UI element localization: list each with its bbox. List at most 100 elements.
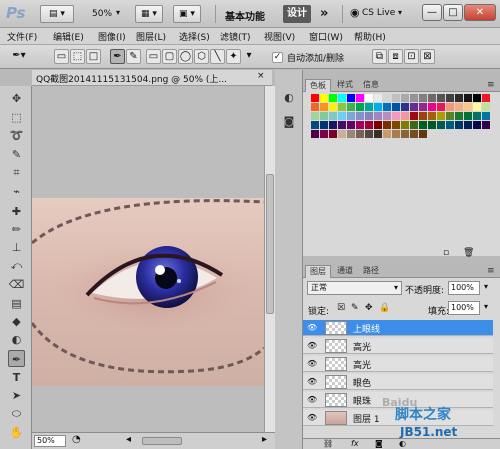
pen-tool-option-icon[interactable]: ✒	[110, 49, 125, 64]
color-swatch[interactable]	[419, 103, 427, 111]
fill-pixels-icon[interactable]: □	[86, 49, 101, 64]
menu-file[interactable]: 文件(F)	[7, 30, 37, 43]
add-mask-icon[interactable]: ◙	[375, 439, 383, 448]
color-swatch[interactable]	[365, 112, 373, 120]
color-swatch[interactable]	[320, 112, 328, 120]
color-swatch[interactable]	[392, 103, 400, 111]
color-swatch[interactable]	[482, 121, 490, 129]
color-swatch[interactable]	[338, 94, 346, 102]
eraser-tool-icon[interactable]: ⌫	[8, 276, 25, 293]
shape-layers-icon[interactable]: ▭	[54, 49, 69, 64]
color-swatch[interactable]	[401, 94, 409, 102]
vertical-scrollbar[interactable]	[264, 86, 275, 432]
document-tab[interactable]: QQ截图20141115131504.png @ 50% (上... ×	[32, 70, 272, 86]
paths-icon[interactable]: ⬚	[70, 49, 85, 64]
color-swatch[interactable]	[446, 121, 454, 129]
eye-icon[interactable]: 👁	[307, 395, 317, 404]
chevron-down-icon[interactable]: ▾	[484, 282, 488, 291]
hand-tool-icon[interactable]: ✋	[8, 424, 25, 441]
lock-transparent-icon[interactable]: ☒	[337, 303, 345, 313]
color-swatch[interactable]	[347, 112, 355, 120]
color-swatch[interactable]	[320, 94, 328, 102]
chevron-down-icon[interactable]: ▾	[484, 302, 488, 311]
path-selection-tool-icon[interactable]: ➤	[8, 387, 25, 404]
blend-mode-select[interactable]: 正常 ▾	[307, 281, 402, 295]
horizontal-scrollbar-thumb[interactable]	[142, 437, 182, 445]
fill-field[interactable]: 100%	[448, 301, 480, 315]
menu-view[interactable]: 视图(V)	[264, 30, 295, 43]
color-swatch[interactable]	[437, 112, 445, 120]
close-button[interactable]: ✕	[464, 4, 496, 21]
layer-row[interactable]: 👁 高光	[303, 356, 493, 372]
path-combine-icon[interactable]: ⧉	[372, 49, 387, 64]
menu-edit[interactable]: 编辑(E)	[53, 30, 84, 43]
color-swatch[interactable]	[347, 121, 355, 129]
lock-all-icon[interactable]: 🔒	[379, 303, 390, 313]
color-swatch[interactable]	[455, 103, 463, 111]
color-swatch[interactable]	[329, 121, 337, 129]
color-swatch[interactable]	[410, 94, 418, 102]
auto-add-delete-checkbox[interactable]: ✓	[272, 52, 283, 63]
color-swatch[interactable]	[347, 94, 355, 102]
path-intersect-icon[interactable]: ⊡	[404, 49, 419, 64]
minimize-button[interactable]: —	[422, 4, 442, 21]
color-swatch[interactable]	[338, 130, 346, 138]
tab-layers[interactable]: 图层	[305, 265, 331, 278]
color-swatch[interactable]	[419, 121, 427, 129]
color-swatch[interactable]	[419, 94, 427, 102]
color-swatch[interactable]	[320, 130, 328, 138]
chevron-down-icon[interactable]: ▾	[398, 8, 402, 17]
color-swatch[interactable]	[464, 103, 472, 111]
color-swatch[interactable]	[455, 94, 463, 102]
eye-icon[interactable]: 👁	[307, 413, 317, 422]
link-layers-icon[interactable]: ⛓	[323, 439, 333, 448]
color-swatch[interactable]	[455, 112, 463, 120]
color-swatch[interactable]	[383, 121, 391, 129]
workspace-design[interactable]: 设计	[283, 5, 311, 23]
tab-channels[interactable]: 通道	[333, 265, 357, 278]
delete-swatch-icon[interactable]: 🗑	[463, 248, 474, 258]
custom-shape-icon[interactable]: ✦	[226, 49, 241, 64]
color-swatch[interactable]	[482, 94, 490, 102]
move-tool-icon[interactable]: ✥	[8, 90, 25, 107]
color-swatch[interactable]	[329, 130, 337, 138]
color-swatch[interactable]	[320, 121, 328, 129]
layer-row[interactable]: 👁 上眼线	[303, 320, 493, 336]
zoom-field[interactable]: 50%	[34, 435, 66, 447]
color-swatch[interactable]	[428, 94, 436, 102]
menu-help[interactable]: 帮助(H)	[354, 30, 386, 43]
close-icon[interactable]: ×	[257, 71, 265, 81]
color-swatch[interactable]	[401, 103, 409, 111]
scrollbar-thumb[interactable]	[266, 174, 274, 314]
shape-tool-icon[interactable]: ⬭	[8, 405, 25, 422]
color-swatch[interactable]	[401, 130, 409, 138]
color-swatch[interactable]	[311, 94, 319, 102]
color-swatch[interactable]	[383, 112, 391, 120]
scroll-right-icon[interactable]: ▸	[262, 434, 267, 445]
masks-icon[interactable]: ◙	[281, 114, 297, 130]
screen-mode-button[interactable]: ▣ ▾	[173, 5, 201, 23]
rounded-rectangle-icon[interactable]: ▢	[162, 49, 177, 64]
color-swatch[interactable]	[347, 103, 355, 111]
color-swatch[interactable]	[374, 130, 382, 138]
color-swatch[interactable]	[446, 103, 454, 111]
new-swatch-icon[interactable]: ▫	[443, 248, 449, 258]
color-swatch[interactable]	[383, 94, 391, 102]
panel-menu-icon[interactable]: ≡	[483, 79, 499, 92]
color-swatch[interactable]	[311, 121, 319, 129]
dodge-tool-icon[interactable]: ◐	[8, 331, 25, 348]
color-swatch[interactable]	[446, 94, 454, 102]
cs-live-button[interactable]: CS Live	[362, 8, 395, 18]
arrange-documents-button[interactable]: ▦ ▾	[135, 5, 163, 23]
adjustments-icon[interactable]: ◐	[281, 90, 297, 106]
color-swatch[interactable]	[437, 121, 445, 129]
color-swatch[interactable]	[329, 112, 337, 120]
color-swatch[interactable]	[338, 112, 346, 120]
menu-window[interactable]: 窗口(W)	[309, 30, 343, 43]
freeform-pen-icon[interactable]: ✎	[126, 49, 141, 64]
color-swatch[interactable]	[446, 112, 454, 120]
menu-select[interactable]: 选择(S)	[179, 30, 210, 43]
history-brush-tool-icon[interactable]: ⤺	[8, 257, 25, 274]
canvas-area[interactable]	[32, 86, 264, 432]
color-swatch[interactable]	[347, 130, 355, 138]
